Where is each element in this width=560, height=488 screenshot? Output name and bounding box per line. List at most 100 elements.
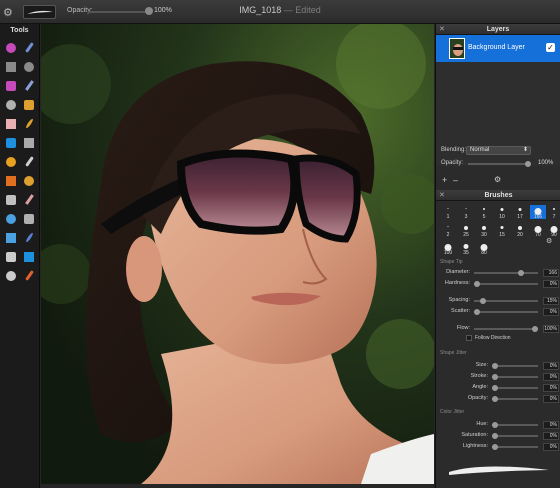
close-icon[interactable]: ✕ [439,190,445,201]
tool-button[interactable] [2,247,20,266]
tool-button[interactable] [2,171,20,190]
close-icon[interactable]: ✕ [439,24,445,35]
layer-name[interactable]: Background Layer [468,44,525,51]
brushes-title: Brushes [484,192,513,199]
magic-brush-icon [6,42,16,53]
spacing-value-field[interactable]: 15% [543,297,559,305]
tool-button[interactable] [20,114,38,133]
cj-hue-value-field[interactable]: 0% [543,421,559,429]
layer-opacity-knob[interactable] [525,161,531,167]
layer-row-background[interactable]: Background Layer ✓ [436,35,560,62]
brush-size-cell[interactable]: 100 [440,241,456,256]
brush-size-label: 15 [499,232,505,238]
hardness-knob[interactable] [474,281,480,287]
brush-size-cell[interactable]: 30 [476,223,492,238]
cj-saturation-knob[interactable] [492,433,498,439]
tool-button[interactable] [20,152,38,171]
brush-size-cell[interactable]: 1 [440,205,456,220]
tool-button[interactable] [2,57,20,76]
brush-size-cell[interactable]: 7 [546,205,560,220]
scatter-value-field[interactable]: 0% [543,308,559,316]
brush-size-cell[interactable]: 166 [530,205,546,220]
brush-size-cell[interactable]: 80 [476,241,492,256]
sj-opacity-slider[interactable] [492,398,538,400]
brush-size-cell[interactable]: 70 [530,223,546,238]
scatter-slider[interactable] [474,311,538,313]
diameter-knob[interactable] [517,270,524,276]
tool-button[interactable] [20,95,38,114]
hardness-value-field[interactable]: 0% [543,280,559,288]
sj-size-value-field[interactable]: 0% [543,362,559,370]
sj-size-knob[interactable] [492,363,498,369]
tool-button[interactable] [20,228,38,247]
flow-knob[interactable] [532,326,538,332]
tool-button[interactable] [2,266,20,285]
tool-button[interactable] [2,190,20,209]
tool-button[interactable] [2,114,20,133]
scatter-knob[interactable] [474,309,480,315]
layer-visibility-checkbox[interactable]: ✓ [546,43,555,52]
color-swatch-icon [24,270,34,281]
diameter-slider[interactable] [474,272,538,274]
tool-button[interactable] [2,38,20,57]
sj-stroke-value-field[interactable]: 0% [543,373,559,381]
brush-size-cell[interactable]: 20 [512,223,528,238]
diameter-value-field[interactable]: 166 [543,269,559,277]
layer-opacity-slider[interactable] [468,163,528,165]
flow-value-field[interactable]: 100% [543,325,559,333]
hardness-slider[interactable] [474,283,538,285]
brush-size-cell[interactable]: 3 [458,205,474,220]
tool-button[interactable] [2,95,20,114]
tool-button[interactable] [20,266,38,285]
tool-button[interactable] [20,133,38,152]
sj-stroke-knob[interactable] [492,374,498,380]
brush-size-cell[interactable]: 35 [458,241,474,256]
follow-direction-checkbox[interactable] [466,335,472,341]
sj-opacity-knob[interactable] [492,396,498,402]
brush-size-cell[interactable]: 25 [458,223,474,238]
tool-button[interactable] [20,76,38,95]
layer-options-gear-icon[interactable]: ⚙ [494,175,501,184]
sharpen-icon [24,213,34,224]
sj-size-slider[interactable] [492,365,538,367]
tool-button[interactable] [20,190,38,209]
document-name: IMG_1018 [239,5,282,15]
cj-hue-knob[interactable] [492,422,498,428]
sj-stroke-slider[interactable] [492,376,538,378]
cj-saturation-value-field[interactable]: 0% [543,432,559,440]
image-canvas[interactable] [41,24,434,484]
cj-saturation-slider[interactable] [492,435,538,437]
brush-size-cell[interactable]: 17 [512,205,528,220]
tool-button[interactable] [2,209,20,228]
tool-button[interactable] [20,57,38,76]
brush-size-cell[interactable]: 2 [440,223,456,238]
tool-button[interactable] [20,209,38,228]
brush-size-cell[interactable]: 5 [476,205,492,220]
sj-angle-knob[interactable] [492,385,498,391]
tool-button[interactable] [20,247,38,266]
sj-angle-value-field[interactable]: 0% [543,384,559,392]
tool-button[interactable] [20,171,38,190]
blending-label: Blending: [441,147,467,153]
tool-button[interactable] [2,228,20,247]
tool-button[interactable] [20,38,38,57]
blending-select[interactable]: Normal ⬍ [466,146,531,155]
brush-size-cell[interactable]: 10 [494,205,510,220]
layer-opacity-value[interactable]: 100% [538,160,553,166]
cj-lightness-value-field[interactable]: 0% [543,443,559,451]
tool-button[interactable] [2,76,20,95]
cj-lightness-knob[interactable] [492,444,498,450]
tool-button[interactable] [2,152,20,171]
sj-angle-slider[interactable] [492,387,538,389]
spacing-knob[interactable] [479,298,486,304]
remove-layer-button[interactable]: – [453,175,458,185]
tool-button[interactable] [2,133,20,152]
cj-hue-slider[interactable] [492,424,538,426]
brush-size-cell[interactable]: 90 [546,223,560,238]
sj-opacity-value-field[interactable]: 0% [543,395,559,403]
flow-slider[interactable] [474,328,538,330]
add-layer-button[interactable]: + [442,175,447,185]
brush-size-cell[interactable]: 15 [494,223,510,238]
cj-lightness-slider[interactable] [492,446,538,448]
brush-grid-options-gear-icon[interactable]: ⚙ [546,237,552,245]
